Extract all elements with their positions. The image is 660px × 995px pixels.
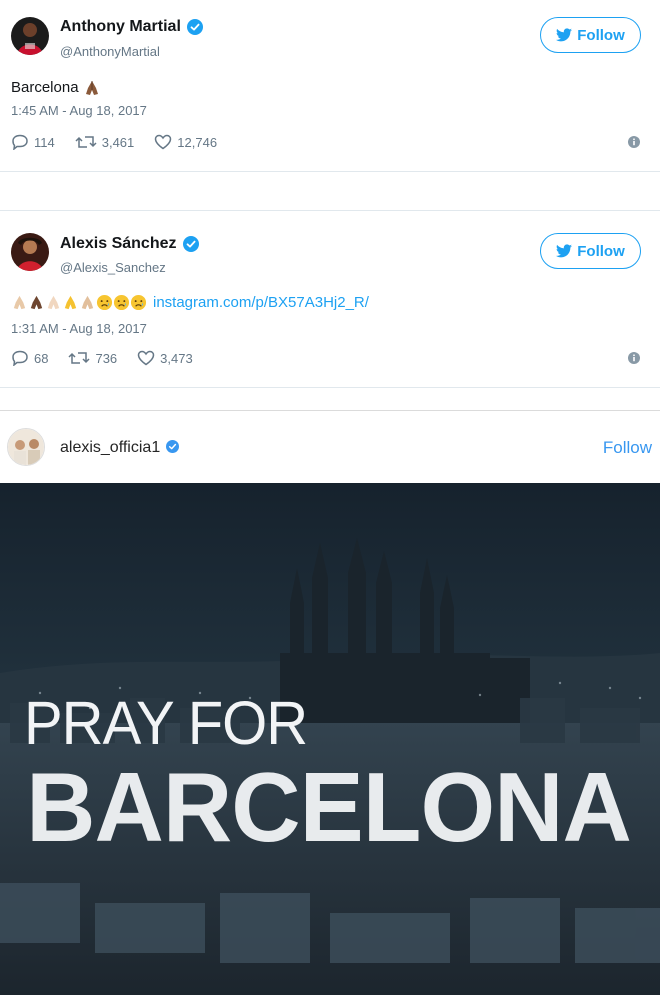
reply-icon — [12, 134, 28, 150]
instagram-post-image: PRAY FOR BARCELONA — [0, 483, 660, 995]
crying-face-icon — [96, 294, 113, 311]
crying-face-icon — [113, 294, 130, 311]
follow-label: Follow — [577, 242, 625, 260]
retweet-icon — [68, 352, 90, 364]
author-name-row[interactable]: Alexis Sánchez — [60, 235, 199, 253]
like-icon — [155, 134, 172, 150]
instagram-username-row[interactable]: alexis_officia1 — [60, 439, 182, 457]
folded-hands-icon — [83, 79, 100, 96]
folded-hands-light-icon — [45, 294, 62, 311]
handle[interactable]: @Alexis_Sanchez — [60, 260, 166, 275]
verified-badge-icon — [182, 236, 199, 252]
instagram-username[interactable]: alexis_officia1 — [60, 439, 160, 457]
handle[interactable]: @AnthonyMartial — [60, 44, 160, 59]
folded-hands-yellow-icon — [62, 294, 79, 311]
reply-button[interactable]: 114 — [11, 134, 55, 150]
tweet-alexis-sanchez: Alexis Sánchez @Alexis_Sanchez Follow in… — [0, 210, 660, 388]
image-text-pray-for: PRAY FOR — [24, 689, 308, 758]
retweet-icon — [75, 136, 97, 148]
display-name[interactable]: Alexis Sánchez — [60, 235, 177, 253]
reply-icon — [12, 350, 28, 366]
avatar[interactable] — [11, 233, 49, 271]
tweet-anthony-martial: Anthony Martial @AnthonyMartial Follow B… — [0, 0, 660, 172]
like-icon — [137, 350, 155, 366]
folded-hands-dark-icon — [28, 294, 45, 311]
reply-button[interactable]: 68 — [11, 350, 48, 366]
like-button[interactable]: 12,746 — [154, 134, 217, 150]
tweet-text: Barcelona — [11, 79, 100, 96]
verified-badge-icon — [166, 440, 182, 456]
reply-count: 114 — [34, 134, 55, 150]
instagram-link[interactable]: instagram.com/p/BX57A3Hj2_R/ — [153, 294, 369, 311]
twitter-bird-icon — [556, 28, 573, 42]
avatar[interactable] — [11, 17, 49, 55]
verified-badge-icon — [186, 19, 203, 35]
image-text-barcelona: BARCELONA — [26, 752, 632, 862]
like-count: 12,746 — [177, 134, 218, 150]
instagram-post-header: alexis_officia1 Follow — [0, 410, 660, 483]
folded-hands-light-icon — [11, 294, 28, 311]
crying-face-icon — [130, 294, 147, 311]
display-name[interactable]: Anthony Martial — [60, 18, 181, 36]
instagram-follow-button[interactable]: Follow — [603, 438, 652, 458]
reply-count: 68 — [34, 350, 49, 366]
avatar[interactable] — [7, 428, 45, 466]
follow-label: Follow — [577, 26, 625, 44]
tweet-actions: 114 3,461 12,746 — [11, 134, 640, 150]
retweet-count: 736 — [95, 350, 118, 366]
follow-button[interactable]: Follow — [540, 17, 641, 53]
twitter-bird-icon — [556, 244, 573, 258]
like-count: 3,473 — [160, 350, 193, 366]
retweet-count: 3,461 — [101, 134, 135, 150]
retweet-button[interactable]: 3,461 — [75, 134, 135, 150]
tweet-text: instagram.com/p/BX57A3Hj2_R/ — [11, 294, 369, 311]
folded-hands-light-icon — [79, 294, 96, 311]
info-icon[interactable] — [628, 352, 640, 367]
tweet-text-content: Barcelona — [11, 79, 79, 96]
author-name-row[interactable]: Anthony Martial — [60, 18, 203, 36]
like-button[interactable]: 3,473 — [137, 350, 193, 366]
tweet-actions: 68 736 3,473 — [11, 350, 640, 366]
info-icon[interactable] — [628, 136, 640, 151]
timestamp[interactable]: 1:45 AM - Aug 18, 2017 — [11, 103, 147, 118]
follow-button[interactable]: Follow — [540, 233, 641, 269]
retweet-button[interactable]: 736 — [68, 350, 117, 366]
timestamp[interactable]: 1:31 AM - Aug 18, 2017 — [11, 321, 147, 336]
